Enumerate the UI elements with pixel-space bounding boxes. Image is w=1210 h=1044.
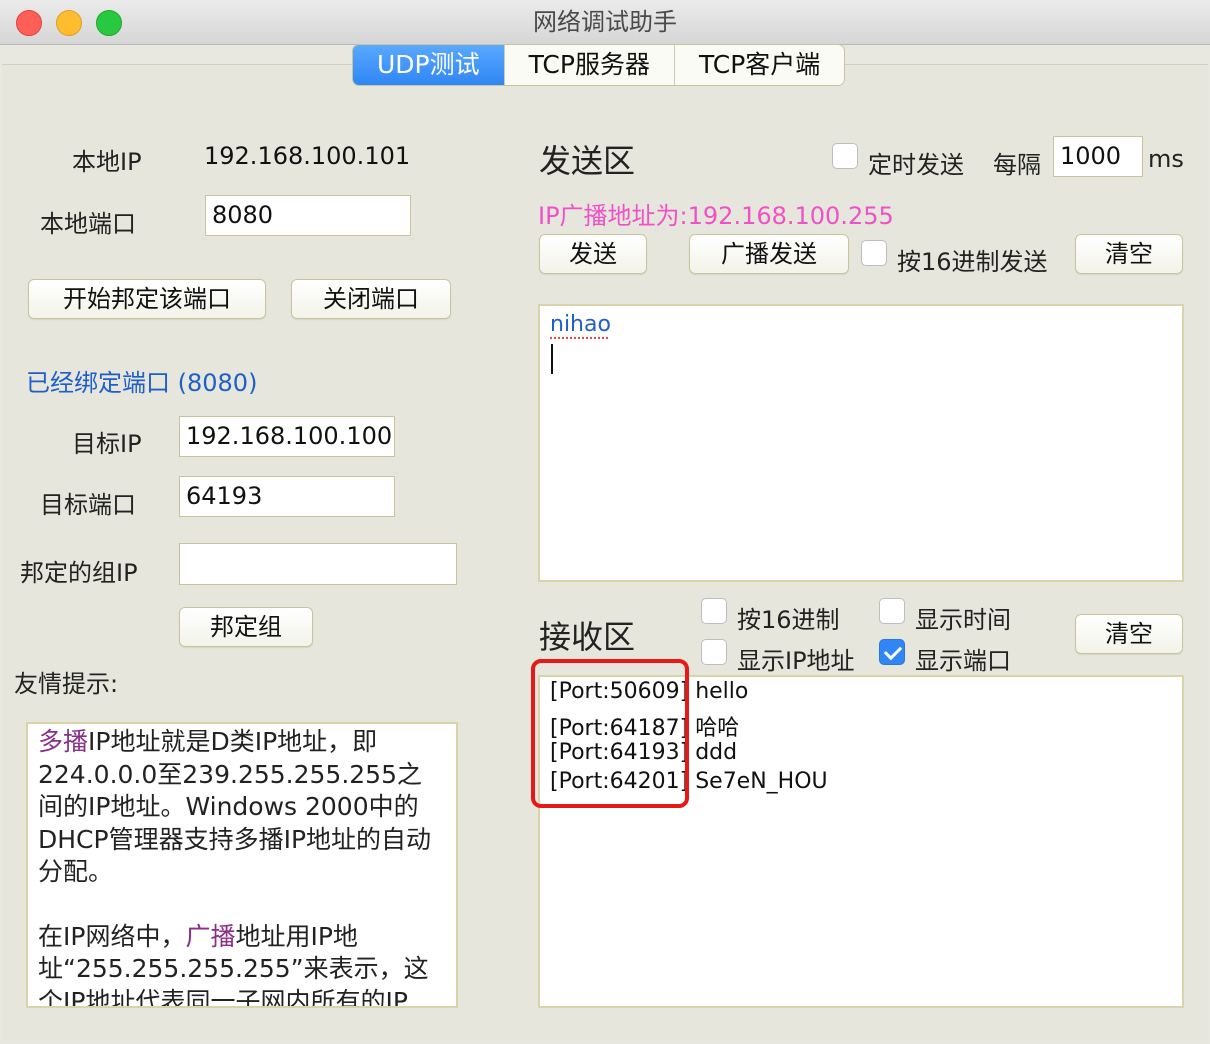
annotation-highlight-box bbox=[531, 659, 689, 808]
group-ip-label: 邦定的组IP bbox=[20, 559, 138, 587]
hint-broadcast-highlight: 广播 bbox=[185, 921, 236, 951]
hex-send-checkbox[interactable] bbox=[861, 240, 887, 266]
show-port-label: 显示端口 bbox=[915, 647, 1011, 675]
recv-message: hello bbox=[695, 679, 749, 704]
interval-input[interactable]: 1000 bbox=[1053, 136, 1143, 177]
hint-paragraph-2-start: 在IP网络中， bbox=[38, 921, 186, 951]
broadcast-address-info: IP广播地址为:192.168.100.255 bbox=[538, 202, 894, 230]
recv-hex-label: 按16进制 bbox=[737, 606, 840, 634]
interval-unit: ms bbox=[1148, 145, 1184, 173]
group-ip-input[interactable] bbox=[179, 543, 457, 585]
bind-port-button[interactable]: 开始邦定该端口 bbox=[28, 279, 266, 319]
target-port-label: 目标端口 bbox=[40, 491, 136, 519]
hex-send-label: 按16进制发送 bbox=[897, 248, 1048, 276]
timer-send-label: 定时发送 bbox=[868, 151, 964, 179]
target-ip-label: 目标IP bbox=[72, 430, 142, 458]
tab-bar: UDP测试 TCP服务器 TCP客户端 bbox=[352, 44, 846, 86]
bind-group-button[interactable]: 邦定组 bbox=[179, 607, 313, 647]
send-textarea[interactable]: nihao bbox=[538, 304, 1184, 582]
app-window: 网络调试助手 UDP测试 TCP服务器 TCP客户端 本地IP 192.168.… bbox=[0, 0, 1210, 1044]
recv-message: ddd bbox=[695, 740, 738, 765]
recv-hex-checkbox[interactable] bbox=[701, 598, 727, 624]
hint-textbox[interactable]: 多播IP地址就是D类IP地址，即224.0.0.0至239.255.255.25… bbox=[26, 722, 458, 1008]
send-button[interactable]: 发送 bbox=[539, 234, 647, 274]
show-time-checkbox[interactable] bbox=[879, 598, 905, 624]
show-ip-label: 显示IP地址 bbox=[737, 647, 855, 675]
local-ip-label: 本地IP bbox=[72, 148, 142, 176]
timer-send-checkbox[interactable] bbox=[832, 143, 858, 169]
show-port-checkbox[interactable] bbox=[879, 639, 905, 665]
bound-status: 已经绑定端口 (8080) bbox=[26, 369, 258, 397]
send-clear-button[interactable]: 清空 bbox=[1075, 234, 1183, 274]
tab-tcp-client[interactable]: TCP客户端 bbox=[675, 45, 844, 85]
send-text: nihao bbox=[550, 312, 611, 337]
recv-area-title: 接收区 bbox=[539, 618, 636, 656]
recv-clear-button[interactable]: 清空 bbox=[1075, 614, 1183, 654]
show-ip-checkbox[interactable] bbox=[701, 639, 727, 665]
recv-message: 哈哈 bbox=[695, 716, 740, 741]
recv-message: Se7eN_HOU bbox=[695, 769, 828, 794]
local-port-label: 本地端口 bbox=[40, 210, 136, 238]
hint-paragraph-1: IP地址就是D类IP地址，即224.0.0.0至239.255.255.255之… bbox=[38, 727, 432, 886]
target-ip-input[interactable]: 192.168.100.100 bbox=[179, 416, 395, 457]
hint-multicast-highlight: 多播 bbox=[38, 727, 89, 756]
hint-label: 友情提示: bbox=[14, 670, 119, 698]
target-port-input[interactable]: 64193 bbox=[179, 476, 395, 517]
broadcast-send-button[interactable]: 广播发送 bbox=[689, 234, 849, 274]
local-port-input[interactable]: 8080 bbox=[205, 195, 411, 236]
tab-tcp-server[interactable]: TCP服务器 bbox=[505, 45, 675, 85]
local-ip-value: 192.168.100.101 bbox=[204, 142, 411, 170]
close-port-button[interactable]: 关闭端口 bbox=[291, 279, 451, 319]
interval-label: 每隔 bbox=[993, 151, 1041, 179]
tab-udp[interactable]: UDP测试 bbox=[353, 45, 505, 85]
title-bar: 网络调试助手 bbox=[0, 0, 1210, 45]
text-cursor bbox=[551, 344, 553, 374]
window-title: 网络调试助手 bbox=[533, 8, 677, 36]
send-area-title: 发送区 bbox=[539, 142, 636, 180]
show-time-label: 显示时间 bbox=[915, 606, 1011, 634]
